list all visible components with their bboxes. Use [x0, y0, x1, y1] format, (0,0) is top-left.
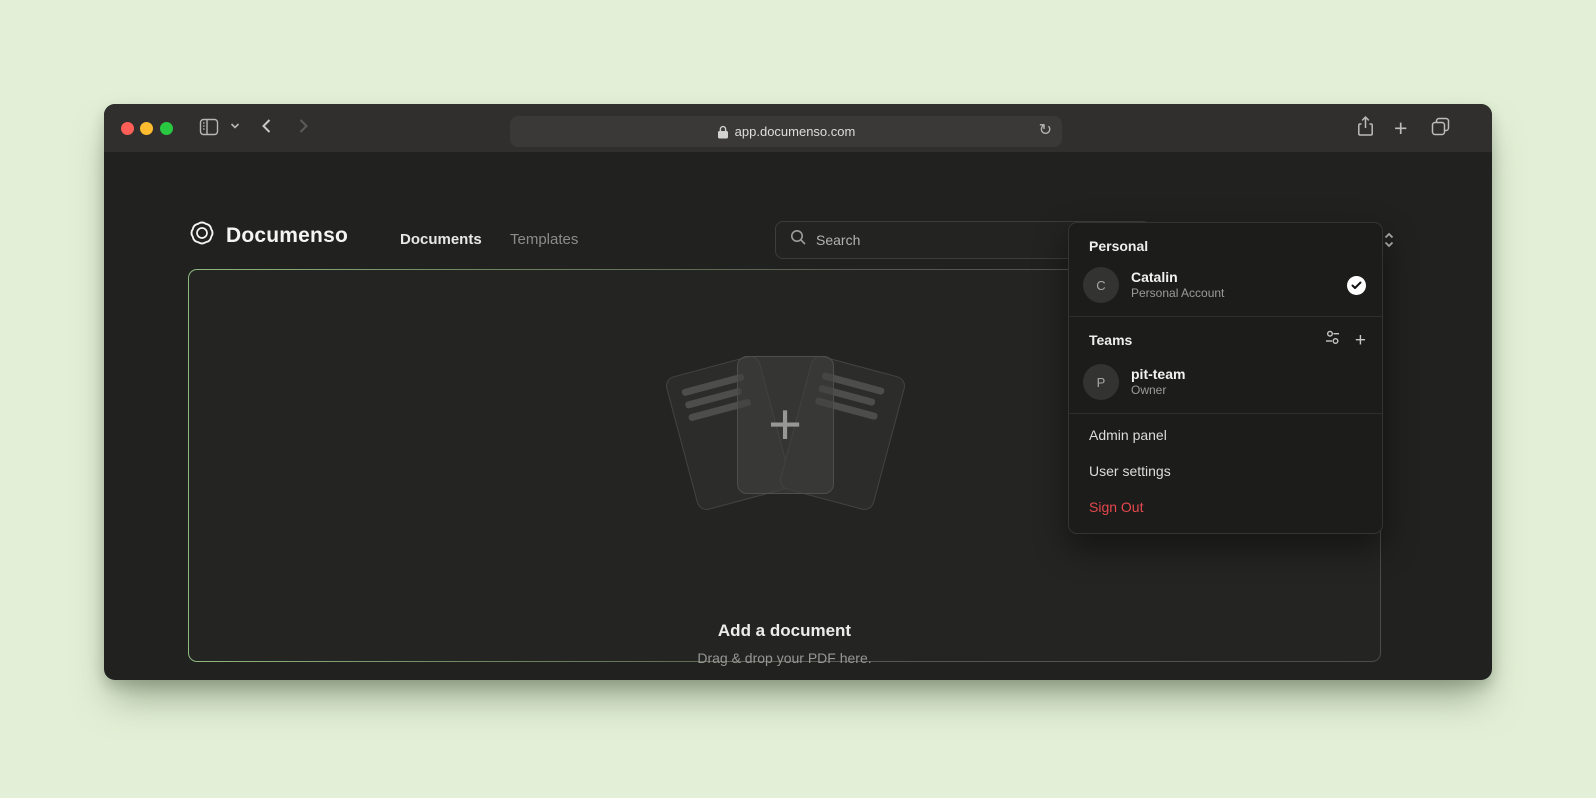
new-tab-icon[interactable]: + — [1394, 115, 1407, 142]
teams-heading: Teams — [1089, 332, 1324, 348]
browser-window: app.documenso.com ↻ + — [104, 104, 1492, 680]
nav-documents[interactable]: Documents — [400, 231, 482, 248]
menu-item-sign-out[interactable]: Sign Out — [1069, 489, 1382, 525]
avatar: C — [1083, 267, 1119, 303]
document-card-center-icon: + — [737, 356, 834, 494]
manage-teams-icon[interactable] — [1324, 329, 1341, 351]
menu-divider — [1069, 413, 1382, 414]
lock-icon — [717, 125, 729, 139]
personal-section-heading: Personal — [1069, 234, 1382, 262]
zoom-window-button[interactable] — [160, 122, 173, 135]
share-icon[interactable] — [1356, 115, 1375, 138]
chevrons-up-down-icon — [1382, 230, 1396, 250]
team-name: pit-team — [1131, 366, 1366, 383]
selected-check-icon — [1347, 276, 1366, 295]
teams-section-heading-row: Teams + — [1069, 320, 1382, 359]
search-icon — [790, 229, 807, 251]
dropzone-title: Add a document — [189, 621, 1380, 641]
browser-titlebar: app.documenso.com ↻ + — [104, 104, 1492, 152]
create-team-icon[interactable]: + — [1355, 331, 1366, 350]
sidebar-toggle-icon[interactable] — [198, 116, 220, 138]
minimize-window-button[interactable] — [140, 122, 153, 135]
team-item[interactable]: P pit-team Owner — [1069, 359, 1382, 410]
personal-account-subtitle: Personal Account — [1131, 286, 1335, 301]
nav-templates[interactable]: Templates — [510, 231, 578, 248]
sidebar-chevron-down-icon[interactable] — [230, 122, 240, 130]
team-role: Owner — [1131, 383, 1366, 398]
brand-name: Documenso — [226, 224, 348, 248]
menu-divider — [1069, 316, 1382, 317]
forward-button[interactable] — [294, 116, 312, 136]
close-window-button[interactable] — [121, 122, 134, 135]
address-text: app.documenso.com — [735, 124, 856, 139]
dropzone-subtitle: Drag & drop your PDF here. — [189, 650, 1380, 666]
brand[interactable]: Documenso — [188, 219, 348, 252]
reload-icon[interactable]: ↻ — [1039, 120, 1052, 140]
address-bar[interactable]: app.documenso.com ↻ — [510, 116, 1062, 147]
account-dropdown-menu: Personal C Catalin Personal Account Team… — [1068, 222, 1383, 534]
avatar: P — [1083, 364, 1119, 400]
search-placeholder: Search — [816, 232, 1090, 248]
personal-account-item[interactable]: C Catalin Personal Account — [1069, 262, 1382, 313]
personal-account-name: Catalin — [1131, 269, 1335, 286]
menu-item-user-settings[interactable]: User settings — [1069, 453, 1382, 489]
add-plus-icon: + — [738, 357, 833, 493]
documenso-logo-icon — [188, 219, 216, 252]
tab-overview-icon[interactable] — [1430, 116, 1451, 137]
back-button[interactable] — [258, 116, 276, 136]
app-header: Documenso Documents Templates Search ⌘+K… — [104, 152, 1492, 232]
menu-item-admin-panel[interactable]: Admin panel — [1069, 417, 1382, 453]
